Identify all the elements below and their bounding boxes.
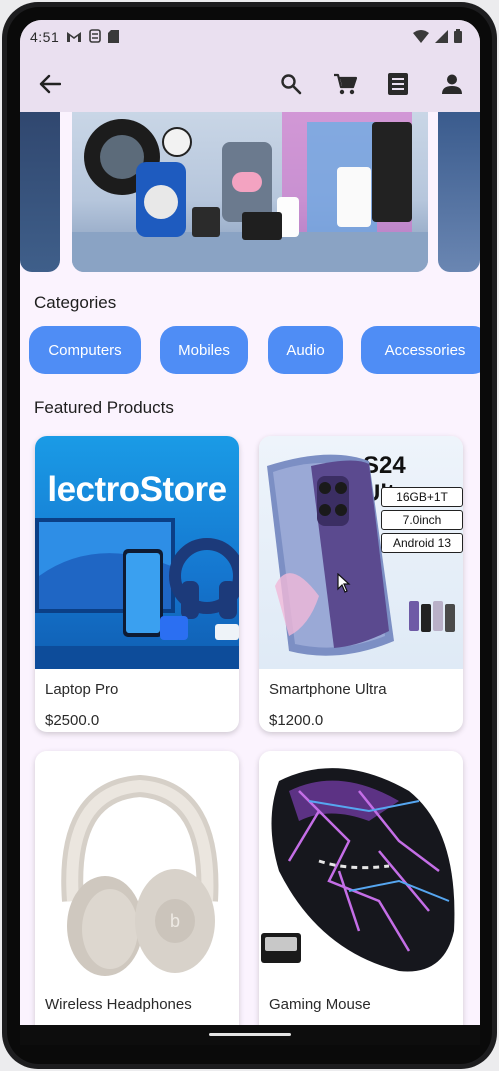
app-bar bbox=[20, 56, 480, 112]
product-price: $1200.0 bbox=[269, 712, 324, 729]
product-card[interactable]: lectroStore Laptop Pro $2500.0 bbox=[35, 436, 239, 732]
product-image-laptop: lectroStore bbox=[35, 436, 239, 669]
account-icon bbox=[442, 74, 462, 94]
product-image-gaming-mouse bbox=[259, 751, 463, 984]
product-card[interactable]: Gaming Mouse bbox=[259, 751, 463, 1025]
product-name: Gaming Mouse bbox=[269, 996, 371, 1013]
notification-icons bbox=[66, 29, 119, 43]
home-gesture-handle[interactable] bbox=[209, 1033, 291, 1036]
mouse-cursor-icon bbox=[337, 573, 351, 593]
product-image-text: lectroStore bbox=[47, 470, 227, 509]
cell-signal-icon bbox=[435, 29, 448, 43]
system-icons bbox=[413, 29, 462, 43]
banner-accessories-image bbox=[72, 112, 428, 272]
banner-slide-next[interactable] bbox=[438, 112, 480, 272]
cart-button[interactable] bbox=[329, 68, 361, 100]
status-bar: 4:51 bbox=[20, 20, 480, 56]
product-price: $2500.0 bbox=[45, 712, 100, 729]
laptop-devices-illustration bbox=[35, 518, 239, 669]
orders-icon bbox=[388, 73, 408, 95]
category-chip-computers[interactable]: Computers bbox=[29, 326, 141, 374]
category-chip-accessories[interactable]: Accessories bbox=[361, 326, 480, 374]
svg-text:b: b bbox=[170, 911, 180, 931]
sync-icon bbox=[89, 29, 101, 43]
product-card[interactable]: b Wireless Headphones bbox=[35, 751, 239, 1025]
gaming-mouse-illustration bbox=[261, 768, 455, 972]
back-arrow-icon bbox=[39, 74, 61, 94]
product-name: Laptop Pro bbox=[45, 681, 119, 698]
search-button[interactable] bbox=[275, 68, 307, 100]
battery-icon bbox=[454, 29, 462, 43]
wifi-icon bbox=[413, 29, 429, 43]
category-chip-audio[interactable]: Audio bbox=[268, 326, 343, 374]
account-button[interactable] bbox=[436, 68, 468, 100]
featured-products-title: Featured Products bbox=[34, 398, 174, 417]
category-chip-mobiles[interactable]: Mobiles bbox=[160, 326, 248, 374]
gmail-icon bbox=[67, 31, 81, 42]
banner-slide-current[interactable] bbox=[72, 112, 428, 272]
product-image-headphones: b bbox=[35, 751, 239, 984]
product-name: Smartphone Ultra bbox=[269, 681, 387, 698]
gesture-navigation-bar bbox=[20, 1025, 480, 1045]
smartphone-illustration bbox=[267, 454, 455, 656]
product-image-smartphone: S24 Ultra 16GB+1T 7.0inch Android 13 bbox=[259, 436, 463, 669]
back-button[interactable] bbox=[34, 68, 66, 100]
product-card[interactable]: S24 Ultra 16GB+1T 7.0inch Android 13 bbox=[259, 436, 463, 732]
orders-button[interactable] bbox=[382, 68, 414, 100]
app-screen: 4:51 Categories Computers Mobiles Audio … bbox=[20, 20, 480, 1025]
categories-title: Categories bbox=[34, 293, 117, 312]
cart-icon bbox=[334, 73, 357, 95]
product-name: Wireless Headphones bbox=[45, 996, 192, 1013]
headphones-illustration: b bbox=[61, 774, 219, 976]
categories-list: Computers Mobiles Audio Accessories bbox=[29, 326, 480, 374]
banner-carousel[interactable] bbox=[20, 112, 480, 274]
search-icon bbox=[281, 74, 302, 95]
status-time: 4:51 bbox=[30, 29, 60, 45]
banner-slide-previous[interactable] bbox=[20, 112, 60, 272]
sd-card-icon bbox=[108, 29, 119, 43]
